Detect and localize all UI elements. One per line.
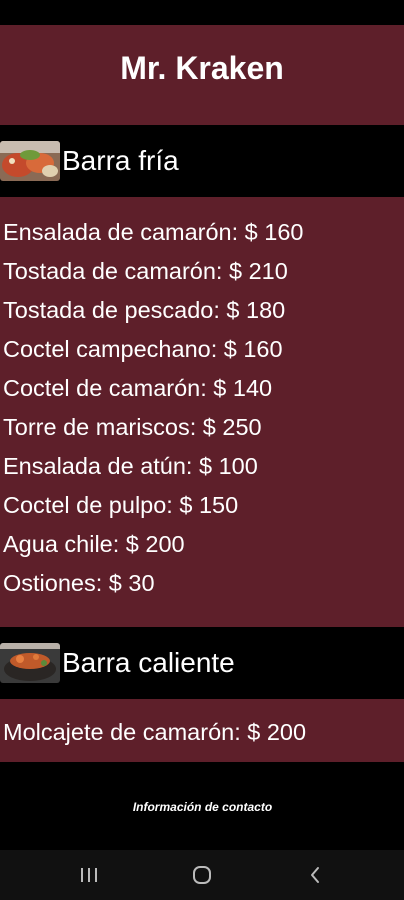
recent-apps-icon [79,866,99,884]
menu-item: Ostiones: $ 30 [3,570,155,596]
app-bar: Mr. Kraken [0,25,404,111]
system-nav-bar [0,850,404,900]
section-header-barra-caliente: Barra caliente [0,627,404,699]
section-header-barra-fria: Barra fría [0,125,404,197]
app-title: Mr. Kraken [120,49,284,86]
menu-item: Coctel de camarón: $ 140 [3,375,273,401]
contact-info-button[interactable]: Información de contacto [4,766,401,848]
menu-item: Tostada de camarón: $ 210 [3,258,288,284]
menu-item: Molcajete de camarón: $ 200 [3,719,307,745]
contact-info-label: Información de contacto [132,800,273,814]
home-icon [191,864,213,886]
menu-item: Coctel de pulpo: $ 150 [3,492,239,518]
spacer [0,111,404,125]
section-title: Barra caliente [62,647,235,678]
menu-scroll-area[interactable]: Barra fría Ensalada de camarón: $ 160 To… [0,111,404,765]
spacer [0,613,404,627]
status-bar [0,0,404,25]
section-title: Barra fría [62,145,179,176]
recent-apps-button[interactable] [59,850,119,900]
menu-item: Tostada de pescado: $ 180 [3,297,286,323]
back-icon [308,865,322,885]
section-body-barra-fria: Ensalada de camarón: $ 160 Tostada de ca… [0,197,404,613]
section-body-barra-caliente: Molcajete de camarón: $ 200 [0,699,404,762]
barra-caliente-image [0,643,60,683]
barra-fria-image [0,141,60,181]
menu-item: Coctel campechano: $ 160 [3,336,283,362]
menu-item: Ensalada de camarón: $ 160 [3,219,304,245]
menu-item: Agua chile: $ 200 [3,531,185,557]
menu-item: Torre de mariscos: $ 250 [3,414,262,440]
menu-item: Ensalada de atún: $ 100 [3,453,258,479]
back-button[interactable] [285,850,345,900]
home-button[interactable] [172,850,232,900]
